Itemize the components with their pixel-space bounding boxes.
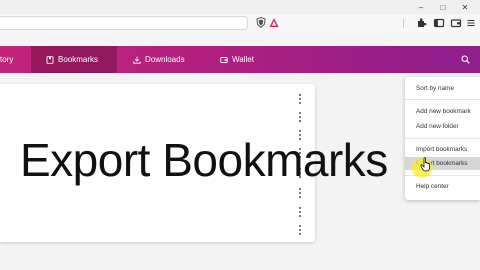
tab-downloads[interactable]: Downloads	[133, 46, 185, 73]
menu-item-sort-by-name[interactable]: Sort by name	[416, 85, 454, 92]
bookmark-icon	[46, 55, 54, 64]
browser-toolbar	[0, 14, 480, 32]
menu-icon[interactable]	[465, 17, 477, 29]
window-controls: – □ ✕	[410, 0, 476, 14]
video-caption: Export Bookmarks	[20, 134, 388, 186]
more-vertical-icon[interactable]	[297, 94, 303, 104]
wallet-icon	[220, 56, 228, 63]
screen: – □ ✕ tory Bookmarks Downloads Wallet So…	[0, 0, 480, 270]
more-vertical-icon[interactable]	[297, 225, 303, 235]
tab-bookmarks[interactable]: Bookmarks	[31, 46, 117, 73]
wallet-icon[interactable]	[450, 17, 462, 29]
tab-wallet[interactable]: Wallet	[220, 46, 254, 73]
bookmarks-options-menu: Sort by name Add new bookmark Add new fo…	[405, 77, 480, 200]
tab-wallet-label: Wallet	[232, 55, 254, 64]
title-bar: – □ ✕	[0, 0, 480, 14]
menu-item-help-center[interactable]: Help center	[416, 183, 449, 190]
more-vertical-icon[interactable]	[297, 207, 303, 217]
menu-item-add-folder[interactable]: Add new folder	[416, 123, 459, 130]
tab-history[interactable]: tory	[0, 46, 30, 73]
search-icon[interactable]	[461, 55, 470, 64]
extensions-icon[interactable]	[415, 17, 427, 29]
page-top-area	[0, 32, 480, 46]
tab-history-label: tory	[0, 55, 14, 64]
address-bar[interactable]	[0, 16, 248, 30]
tab-downloads-label: Downloads	[145, 55, 185, 64]
menu-divider	[405, 138, 480, 139]
brave-shield-icon[interactable]	[256, 17, 266, 28]
tab-bookmarks-label: Bookmarks	[58, 55, 99, 64]
minimize-button[interactable]: –	[410, 0, 432, 14]
settings-nav-bar: tory Bookmarks Downloads Wallet	[0, 46, 480, 73]
menu-divider	[405, 99, 480, 100]
sidebar-icon[interactable]	[433, 17, 445, 29]
menu-item-import-bookmarks[interactable]: Import bookmarks	[416, 146, 467, 153]
more-vertical-icon[interactable]	[297, 112, 303, 122]
maximize-button[interactable]: □	[432, 0, 454, 14]
close-button[interactable]: ✕	[454, 0, 476, 14]
menu-item-add-bookmark[interactable]: Add new bookmark	[416, 108, 471, 115]
toolbar-divider	[403, 19, 404, 28]
brave-rewards-icon[interactable]	[269, 17, 279, 28]
download-icon	[133, 56, 141, 64]
hand-cursor-icon	[420, 157, 430, 172]
more-vertical-icon[interactable]	[297, 188, 303, 198]
